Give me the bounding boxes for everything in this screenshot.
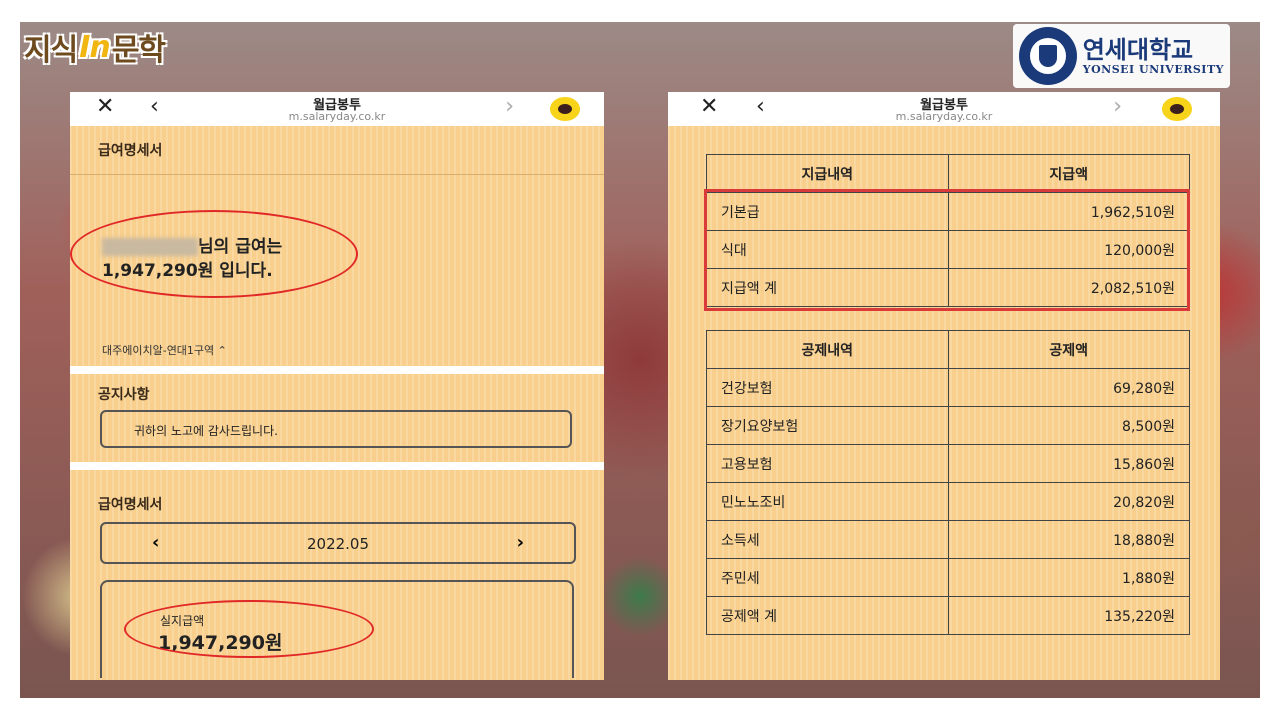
brand-logo: 지식 In 문학 — [24, 18, 166, 76]
deduction-header-amount: 공제액 — [947, 330, 1190, 369]
table-row: 고용보험 15,860원 — [706, 444, 1190, 483]
deduction-amount: 69,280원 — [947, 368, 1190, 407]
deduction-item: 건강보험 — [706, 368, 949, 407]
payment-header-amount: 지급액 — [947, 154, 1190, 193]
logo-text-in: In — [79, 29, 111, 65]
company-selector[interactable]: 대주에이치알-연대1구역 ⌃ — [102, 342, 227, 358]
browser-topbar: ✕ ‹ 월급봉투 m.salaryday.co.kr › — [70, 92, 604, 126]
section-title-payslip-2: 급여명세서 — [98, 497, 163, 513]
deduction-amount: 135,220원 — [947, 596, 1190, 635]
section-gap — [70, 462, 604, 470]
deduction-amount: 15,860원 — [947, 444, 1190, 483]
browser-topbar: ✕ ‹ 월급봉투 m.salaryday.co.kr › — [668, 92, 1220, 126]
page-url: m.salaryday.co.kr — [895, 110, 993, 123]
payment-header-item: 지급내역 — [706, 154, 949, 193]
chevron-right-icon[interactable]: › — [505, 94, 514, 119]
notice-title: 공지사항 — [98, 387, 150, 403]
month-value: 2022.05 — [306, 535, 370, 553]
page-url: m.salaryday.co.kr — [288, 110, 386, 123]
right-phone-screen: ✕ ‹ 월급봉투 m.salaryday.co.kr › 지급내역 지급액 기본… — [668, 92, 1220, 680]
university-name-ko: 연세대학교 — [1082, 35, 1194, 64]
table-row: 공제액 계 135,220원 — [706, 596, 1190, 635]
university-name-en: YONSEI UNIVERSITY — [1082, 62, 1224, 76]
deduction-item: 민노노조비 — [706, 482, 949, 521]
deduction-amount: 8,500원 — [947, 406, 1190, 445]
deduction-table: 공제내역 공제액 건강보험 69,280원 장기요양보험 8,500원 고용보험 15… — [706, 330, 1190, 635]
table-row: 소득세 18,880원 — [706, 520, 1190, 559]
highlight-box — [704, 189, 1190, 311]
net-pay-card: 실지급액 1,947,290원 — [100, 580, 574, 678]
logo-text-1: 지식 — [24, 33, 78, 68]
deduction-item: 고용보험 — [706, 444, 949, 483]
deduction-amount: 20,820원 — [947, 482, 1190, 521]
chevron-right-icon[interactable]: › — [1113, 94, 1122, 119]
deduction-header-item: 공제내역 — [706, 330, 949, 369]
next-month-button[interactable]: › — [517, 532, 524, 553]
table-row: 장기요양보험 8,500원 — [706, 406, 1190, 445]
month-selector: ‹ 2022.05 › — [100, 522, 576, 564]
yonsei-logo: 연세대학교 YONSEI UNIVERSITY — [1012, 24, 1230, 88]
deduction-item: 공제액 계 — [706, 596, 949, 635]
university-seal-icon — [1018, 27, 1077, 85]
divider — [70, 174, 604, 175]
logo-text-2: 문학 — [111, 33, 166, 68]
highlight-oval — [124, 600, 374, 658]
kakao-chat-icon[interactable] — [550, 97, 580, 121]
section-title-payslip: 급여명세서 — [98, 143, 163, 159]
deduction-amount: 18,880원 — [947, 520, 1190, 559]
deduction-amount: 1,880원 — [947, 558, 1190, 597]
deduction-item: 장기요양보험 — [706, 406, 949, 445]
table-row: 건강보험 69,280원 — [706, 368, 1190, 407]
notice-box: 귀하의 노고에 감사드립니다. — [100, 410, 572, 448]
deduction-item: 주민세 — [706, 558, 949, 597]
left-phone-screen: ✕ ‹ 월급봉투 m.salaryday.co.kr › 급여명세서 님의 급여… — [70, 92, 604, 680]
kakao-chat-icon[interactable] — [1162, 97, 1192, 121]
section-gap — [70, 366, 604, 374]
table-row: 민노노조비 20,820원 — [706, 482, 1190, 521]
table-row: 주민세 1,880원 — [706, 558, 1190, 597]
deduction-item: 소득세 — [706, 520, 949, 559]
highlight-oval — [70, 210, 358, 298]
